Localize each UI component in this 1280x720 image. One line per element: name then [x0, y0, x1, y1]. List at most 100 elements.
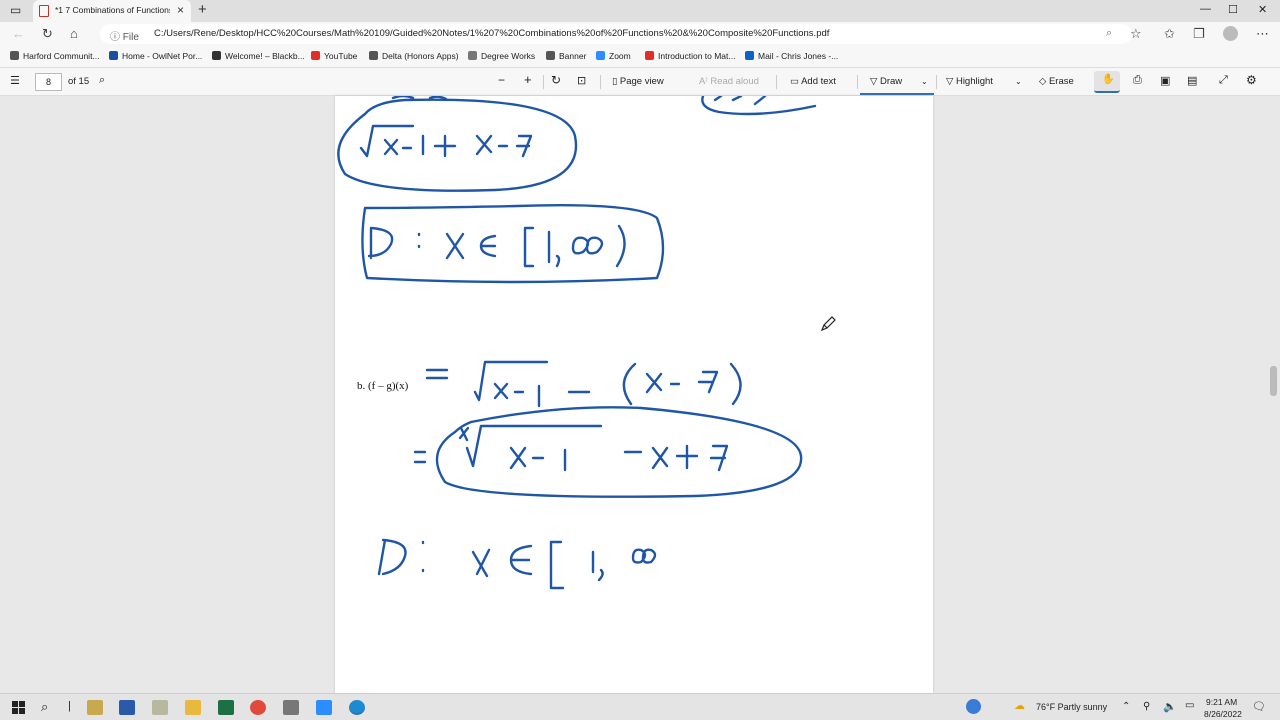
profile-avatar[interactable]	[1223, 26, 1238, 41]
minimize-button[interactable]: —	[1200, 3, 1211, 15]
app-icon[interactable]	[87, 700, 103, 715]
ink-letter-d	[377, 538, 407, 576]
save-icon[interactable]: ▣	[1160, 74, 1170, 87]
bookmark-item[interactable]: Harford Communit...	[10, 51, 100, 61]
page-number-input[interactable]: 8	[35, 73, 62, 91]
ink-star	[458, 426, 470, 442]
fit-page-icon[interactable]: ⊡	[577, 74, 586, 87]
network-icon[interactable]: ▭	[1185, 700, 1194, 711]
page-view-button[interactable]: ▯ Page view	[612, 76, 664, 87]
ink-ellipse	[337, 98, 578, 192]
read-aloud-button[interactable]: A⁾ Read aloud	[699, 76, 759, 87]
chevron-up-icon[interactable]: ⌃	[1122, 701, 1130, 712]
home-icon[interactable]: ⌂	[70, 26, 78, 41]
zoom-out-icon[interactable]: −	[498, 73, 505, 87]
bookmark-item[interactable]: Home - OwlNet Por...	[109, 51, 202, 61]
read-aloud-label: Read aloud	[710, 76, 759, 87]
bookmark-item[interactable]: YouTube	[311, 51, 357, 61]
bookmark-label: Welcome! – Blackb...	[225, 51, 305, 61]
pdf-file-icon	[39, 5, 49, 17]
windows-start-icon[interactable]	[12, 701, 25, 717]
outlook-icon	[745, 51, 754, 60]
task-view-icon[interactable]: |	[68, 700, 71, 712]
bookmark-item[interactable]: Welcome! – Blackb...	[212, 51, 305, 61]
fullscreen-icon[interactable]: ⤢	[1219, 74, 1228, 87]
address-bar-row: ← ↻ ⌂ ⓘ File C:/Users/Rene/Desktop/HCC%2…	[0, 22, 1280, 46]
bookmark-item[interactable]: Introduction to Mat...	[645, 51, 735, 61]
new-tab-icon[interactable]: +	[198, 1, 207, 18]
zoom-icon[interactable]: ⌕	[1106, 27, 1112, 40]
search-icon[interactable]: ⌕	[99, 74, 105, 87]
favorites-icon[interactable]: ✩	[1164, 26, 1175, 42]
draw-button[interactable]: ▽ Draw	[870, 76, 902, 87]
draw-chevron-down-icon[interactable]: ⌄	[921, 77, 928, 86]
more-menu-icon[interactable]: ⋯	[1256, 26, 1269, 42]
ink-expression	[383, 134, 533, 158]
clock-time[interactable]: 9:21 AM	[1206, 697, 1237, 707]
collections-icon[interactable]: ❐	[1193, 26, 1205, 42]
url-text[interactable]: C:/Users/Rene/Desktop/HCC%20Courses/Math…	[154, 28, 829, 39]
highlight-chevron-down-icon[interactable]: ⌄	[1015, 77, 1022, 86]
contents-list-icon[interactable]: ☰	[10, 74, 20, 87]
excel-icon[interactable]	[218, 700, 234, 715]
speaker-icon[interactable]: 🔈	[1163, 700, 1177, 713]
clock-date[interactable]: 8/26/2022	[1204, 709, 1242, 719]
erase-button[interactable]: ◇ Erase	[1039, 76, 1074, 87]
bookmark-item[interactable]: Degree Works	[468, 51, 535, 61]
toolbar-divider	[543, 75, 544, 89]
zoom-in-icon[interactable]: +	[524, 72, 532, 87]
maximize-button[interactable]: ☐	[1228, 3, 1238, 16]
settings-gear-icon[interactable]: ⚙	[1246, 73, 1257, 87]
youtube-icon	[645, 51, 654, 60]
file-explorer-icon[interactable]	[185, 700, 201, 715]
bookmark-item[interactable]: Mail - Chris Jones -...	[745, 51, 838, 61]
bookmark-item[interactable]: Zoom	[596, 51, 631, 61]
help-icon[interactable]	[966, 699, 981, 714]
touch-writing-button[interactable]: ✋	[1094, 71, 1120, 93]
pdf-page[interactable]: b. (f – g)(x)	[335, 96, 933, 693]
close-window-button[interactable]: ✕	[1258, 3, 1267, 16]
close-tab-icon[interactable]: ×	[177, 3, 184, 17]
bookmark-label: Mail - Chris Jones -...	[758, 51, 839, 61]
chrome-icon[interactable]	[250, 700, 266, 715]
ink-sqrt	[473, 360, 549, 402]
edge-icon[interactable]	[349, 700, 365, 715]
blackboard-icon	[212, 51, 221, 60]
address-field[interactable]: ⓘ File C:/Users/Rene/Desktop/HCC%20Cours…	[100, 24, 1132, 44]
info-icon: ⓘ	[110, 32, 123, 43]
word-icon[interactable]	[119, 700, 135, 715]
browser-tab[interactable]: *1 7 Combinations of Functions ×	[33, 0, 191, 22]
zoom-app-icon[interactable]	[316, 700, 332, 715]
search-icon[interactable]: ⌕	[41, 699, 48, 715]
weather-label[interactable]: 76°F Partly sunny	[1036, 702, 1107, 712]
print-icon[interactable]: ⎙	[1133, 74, 1142, 87]
ink-x-element-of	[471, 544, 533, 578]
file-info-label[interactable]: ⓘ File	[110, 28, 139, 43]
youtube-icon	[311, 51, 320, 60]
notifications-icon[interactable]: 🗨	[1252, 700, 1266, 713]
app-icon[interactable]	[152, 700, 168, 715]
address-prefix: File	[122, 32, 139, 43]
save-as-icon[interactable]: ▤	[1187, 74, 1197, 87]
highlight-button[interactable]: ▽ Highlight	[946, 76, 993, 87]
bookmark-label: Harford Communit...	[23, 51, 100, 61]
bookmark-item[interactable]: Banner	[546, 51, 586, 61]
ink-stroke	[713, 96, 767, 106]
calculator-icon[interactable]	[283, 700, 299, 715]
tab-actions-icon[interactable]: ▭	[10, 3, 21, 17]
rotate-icon[interactable]: ↻	[551, 73, 561, 87]
tray-app-icon[interactable]: ⚲	[1143, 701, 1150, 712]
pdf-toolbar: ☰ 8 of 15 ⌕ − + ↻ ⊡ ▯ Page view A⁾ Read …	[0, 68, 1280, 96]
pdf-viewer[interactable]: b. (f – g)(x)	[0, 96, 1280, 693]
pen-cursor-icon	[820, 316, 836, 332]
bookmark-item[interactable]: Delta (Honors Apps)	[369, 51, 459, 61]
favorite-star-icon[interactable]: ☆	[1130, 26, 1142, 42]
ink-interval	[549, 540, 657, 590]
ink-parenthesized	[622, 362, 742, 406]
add-text-button[interactable]: ▭ Add text	[790, 76, 836, 87]
scrollbar-thumb[interactable]	[1270, 366, 1277, 396]
bookmark-label: Degree Works	[481, 51, 536, 61]
refresh-icon[interactable]: ↻	[42, 26, 53, 42]
ink-letter-d	[367, 226, 394, 260]
back-icon[interactable]: ←	[12, 26, 25, 41]
